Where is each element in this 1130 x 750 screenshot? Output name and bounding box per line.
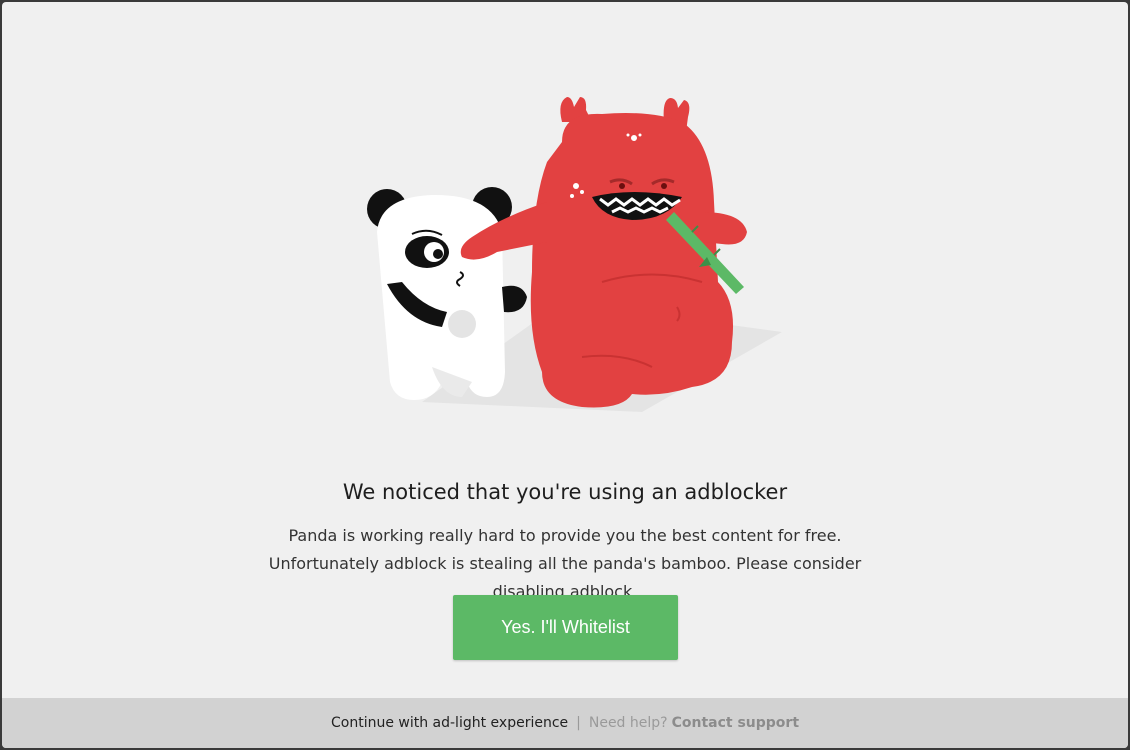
- dialog-message: Panda is working really hard to provide …: [268, 526, 862, 601]
- whitelist-button[interactable]: Yes. I'll Whitelist: [453, 595, 678, 660]
- adblock-dialog: We noticed that you're using an adblocke…: [2, 2, 1128, 748]
- contact-support-link[interactable]: Contact support: [672, 715, 799, 731]
- need-help-text: Need help?: [588, 715, 668, 731]
- dialog-footer: Continue with ad-light experience | Need…: [2, 698, 1128, 748]
- continue-ad-light-link[interactable]: Continue with ad-light experience: [331, 715, 568, 731]
- panda-character: [367, 187, 527, 400]
- dialog-title: We noticed that you're using an adblocke…: [342, 480, 788, 504]
- footer-separator: |: [576, 715, 581, 731]
- illustration-panda-and-monster: [367, 97, 782, 412]
